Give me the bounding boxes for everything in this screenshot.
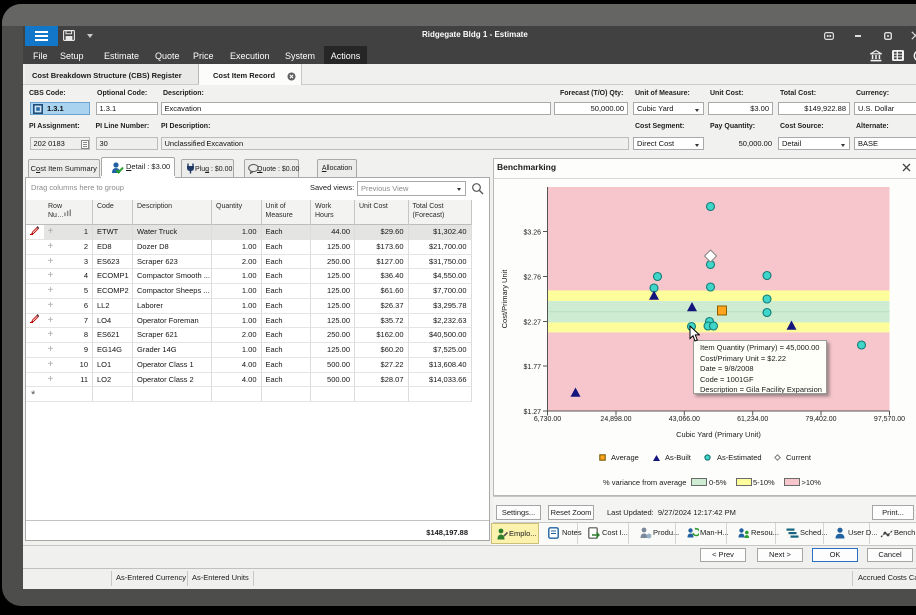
svg-text:$2.76: $2.76	[523, 275, 541, 282]
svg-text:61,234.00: 61,234.00	[737, 416, 768, 423]
svg-text:$1.27: $1.27	[523, 409, 541, 416]
svg-text:24,898.00: 24,898.00	[600, 416, 631, 423]
svg-text:43,066.00: 43,066.00	[669, 416, 700, 423]
svg-text:79,402.00: 79,402.00	[805, 416, 836, 423]
svg-text:97,570.00: 97,570.00	[874, 416, 905, 423]
svg-text:$3.26: $3.26	[523, 230, 541, 237]
svg-text:Cost/Primary Unit: Cost/Primary Unit	[500, 269, 509, 329]
svg-text:6,730.00: 6,730.00	[534, 416, 561, 423]
svg-text:$1.77: $1.77	[523, 364, 541, 371]
svg-text:Cubic Yard (Primary Unit): Cubic Yard (Primary Unit)	[676, 430, 761, 439]
svg-text:$2.27: $2.27	[523, 320, 541, 327]
